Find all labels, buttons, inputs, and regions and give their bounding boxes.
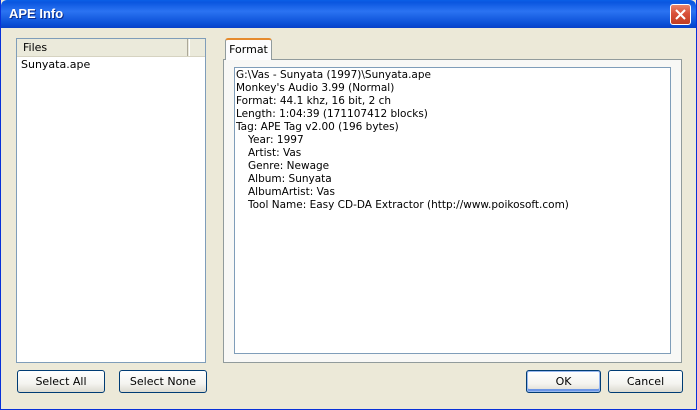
select-none-button[interactable]: Select None — [119, 370, 207, 393]
info-line: Year: 1997 — [248, 134, 304, 146]
tab-format[interactable]: Format — [225, 38, 272, 60]
ape-info-window: APE Info Files Sunyata.ape Format G:\Vas… — [0, 0, 697, 410]
window-title: APE Info — [9, 6, 64, 21]
info-line: Monkey's Audio 3.99 (Normal) — [236, 82, 395, 94]
empty-column-header[interactable] — [189, 39, 205, 56]
files-list-header: Files — [17, 39, 205, 57]
files-column-header[interactable]: Files — [17, 39, 188, 56]
info-line: Tag: APE Tag v2.00 (196 bytes) — [236, 121, 399, 133]
format-info-text[interactable]: G:\Vas - Sunyata (1997)\Sunyata.ape Monke… — [234, 67, 671, 354]
close-icon — [675, 9, 686, 20]
format-tab-panel: G:\Vas - Sunyata (1997)\Sunyata.ape Monke… — [223, 59, 682, 363]
info-line: Format: 44.1 khz, 16 bit, 2 ch — [236, 95, 392, 107]
close-button[interactable] — [670, 4, 691, 25]
file-list-item[interactable]: Sunyata.ape — [21, 58, 90, 72]
info-line: Tool Name: Easy CD-DA Extractor (http://… — [248, 199, 569, 211]
ok-button[interactable]: OK — [526, 370, 601, 393]
info-line: Artist: Vas — [248, 147, 302, 159]
info-line: Length: 1:04:39 (171107412 blocks) — [236, 108, 428, 120]
cancel-button[interactable]: Cancel — [608, 370, 683, 393]
select-all-button[interactable]: Select All — [17, 370, 105, 393]
title-bar[interactable]: APE Info — [1, 0, 696, 28]
info-line: G:\Vas - Sunyata (1997)\Sunyata.ape — [236, 69, 431, 81]
info-line: Album: Sunyata — [248, 173, 332, 185]
files-list[interactable]: Files Sunyata.ape — [16, 38, 206, 363]
info-line: Genre: Newage — [248, 160, 330, 172]
info-line: AlbumArtist: Vas — [248, 186, 335, 198]
dialog-client-area: Files Sunyata.ape Format G:\Vas - Sunyat… — [4, 28, 693, 406]
